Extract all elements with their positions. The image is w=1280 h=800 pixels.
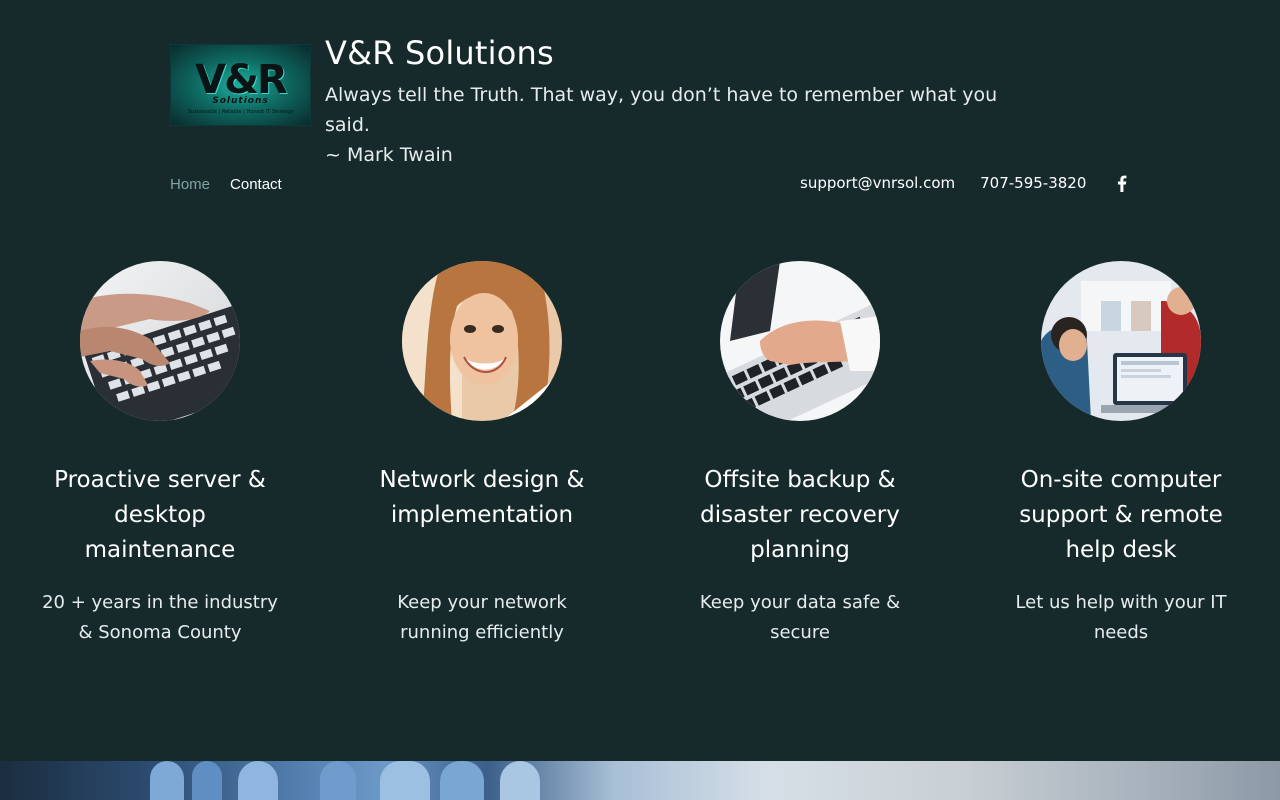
service-description: 20 + years in the industry & Sonoma Coun…	[42, 592, 278, 643]
phone-link[interactable]: 707-595-3820	[980, 174, 1086, 192]
contact-bar: support@vnrsol.com 707-595-3820	[800, 174, 1130, 192]
services-section: Proactive server & desktop maintenance 2…	[0, 260, 1280, 700]
nav-item-contact[interactable]: Contact	[230, 176, 282, 193]
service-image-laptop	[720, 261, 880, 421]
service-description: Keep your data safe & secure	[699, 592, 901, 643]
main-nav: Home Contact	[170, 176, 282, 193]
logo-mark: V&R	[195, 56, 288, 103]
service-card: Proactive server & desktop maintenance 2…	[40, 260, 280, 648]
site-logo[interactable]: V&R Solutions Sustainable | Reliable | H…	[170, 44, 311, 126]
logo-sub: Solutions	[212, 95, 269, 106]
service-title: On-site computer support & remote help d…	[1019, 467, 1223, 563]
service-card: Network design & implementation Keep you…	[362, 260, 602, 648]
quote-author: ~ Mark Twain	[325, 144, 453, 166]
service-title: Offsite backup & disaster recovery plann…	[700, 467, 900, 563]
service-description: Let us help with your IT needs	[1015, 592, 1227, 643]
service-title: Proactive server & desktop maintenance	[54, 467, 266, 563]
service-card: Offsite backup & disaster recovery plann…	[680, 260, 920, 648]
service-card: On-site computer support & remote help d…	[1001, 260, 1241, 648]
site-title[interactable]: V&R Solutions	[325, 34, 554, 72]
service-title: Network design & implementation	[379, 467, 585, 528]
quote: Always tell the Truth. That way, you don…	[325, 80, 1025, 170]
service-image-keyboard	[80, 261, 240, 421]
logo-tagline: Sustainable | Reliable | Honest IT Strat…	[187, 108, 294, 115]
service-description: Keep your network running efficiently	[397, 592, 567, 643]
service-image-office	[1041, 261, 1201, 421]
nav-item-home[interactable]: Home	[170, 176, 210, 193]
quote-text: Always tell the Truth. That way, you don…	[325, 84, 998, 136]
service-image-support-agent	[402, 261, 562, 421]
network-cables-banner	[0, 761, 1280, 800]
email-link[interactable]: support@vnrsol.com	[800, 174, 955, 192]
facebook-icon[interactable]	[1114, 174, 1130, 192]
